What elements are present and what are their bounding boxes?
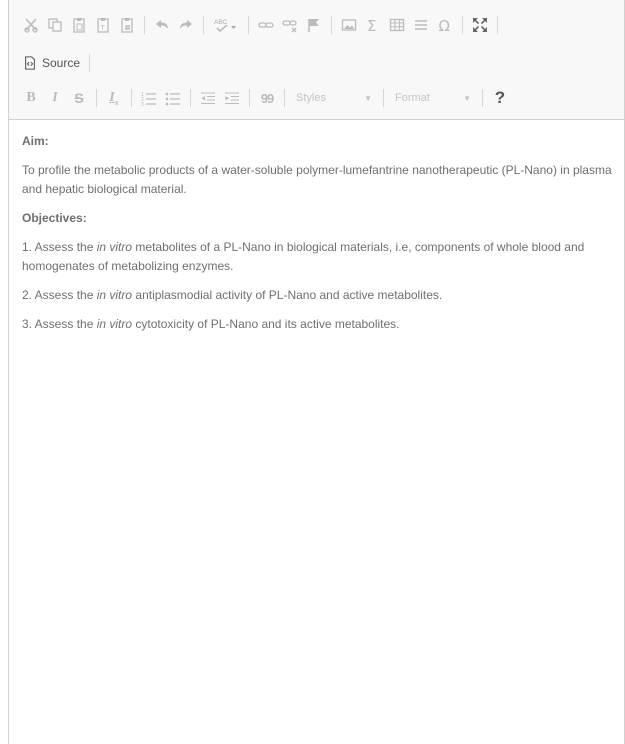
image-icon — [341, 19, 357, 31]
paste-word-button[interactable] — [115, 13, 139, 37]
bold-button[interactable]: B — [19, 86, 43, 110]
source-label: Source — [42, 56, 81, 70]
remove-format-icon: Ix — [109, 89, 119, 107]
toolbar-separator — [190, 89, 191, 107]
editor-content[interactable]: Aim: To profile the metabolic products o… — [22, 132, 614, 344]
toolbar-row-2: Source — [19, 50, 95, 76]
link-icon — [258, 22, 274, 28]
indent-icon — [225, 92, 239, 105]
toolbar-separator — [249, 89, 250, 107]
editor-toolbar: T ABC Σ Ω Source B I S Ix 1 2 3 99 Style… — [9, 0, 624, 120]
unlink-icon — [282, 20, 297, 33]
copy-icon — [48, 18, 62, 32]
svg-text:T: T — [101, 25, 106, 32]
help-button[interactable]: ? — [488, 86, 512, 110]
strike-button[interactable]: S — [67, 86, 91, 110]
styles-dropdown-label: Styles — [296, 92, 326, 104]
toolbar-separator — [482, 89, 483, 107]
bulleted-list-button[interactable] — [161, 86, 185, 110]
italic-icon: I — [52, 90, 58, 105]
help-icon: ? — [494, 88, 506, 107]
image-button[interactable] — [337, 13, 361, 37]
toolbar-separator — [462, 16, 463, 34]
format-dropdown-label: Format — [395, 92, 430, 104]
format-dropdown[interactable]: Format ▼ — [389, 87, 477, 109]
maximize-icon — [473, 18, 487, 32]
cut-button[interactable] — [19, 13, 43, 37]
chevron-down-icon: ▼ — [364, 93, 372, 103]
svg-text:Σ: Σ — [367, 17, 376, 33]
paste-text-button[interactable]: T — [91, 13, 115, 37]
blockquote-button[interactable]: 99 — [255, 86, 279, 110]
rich-text-editor: T ABC Σ Ω Source B I S Ix 1 2 3 99 Style… — [8, 0, 625, 744]
toolbar-separator — [131, 89, 132, 107]
outdent-icon — [201, 92, 215, 105]
link-button[interactable] — [254, 13, 278, 37]
undo-icon — [156, 20, 168, 29]
table-icon — [389, 18, 405, 32]
cut-icon — [24, 18, 38, 33]
source-button[interactable]: Source — [19, 51, 84, 75]
math-icon: Σ — [367, 17, 376, 33]
toolbar-separator — [383, 89, 384, 107]
styles-dropdown[interactable]: Styles ▼ — [290, 87, 378, 109]
toolbar-separator — [203, 16, 204, 34]
numbered-list-icon: 123 — [141, 92, 156, 106]
strike-icon: S — [74, 90, 84, 106]
svg-text:ABC: ABC — [214, 19, 228, 26]
toolbar-separator — [497, 16, 498, 34]
italic-button[interactable]: I — [43, 86, 67, 110]
spellcheck-button[interactable]: ABC — [209, 13, 243, 37]
toolbar-separator — [89, 54, 91, 72]
unlink-button[interactable] — [278, 13, 302, 37]
maximize-button[interactable] — [468, 13, 492, 37]
special-char-icon: Ω — [439, 17, 450, 33]
copy-button[interactable] — [43, 13, 67, 37]
paste-word-icon — [121, 18, 133, 33]
objectives-heading: Objectives: — [22, 211, 87, 225]
undo-button[interactable] — [150, 13, 174, 37]
math-button[interactable]: Σ — [361, 13, 385, 37]
svg-text:3: 3 — [141, 102, 144, 106]
paste-text-icon: T — [97, 18, 109, 33]
redo-icon — [180, 20, 192, 29]
bulleted-list-icon — [165, 92, 180, 106]
special-char-button[interactable]: Ω — [433, 13, 457, 37]
paste-icon — [73, 18, 85, 33]
blockquote-icon: 99 — [260, 90, 275, 106]
source-icon — [25, 56, 35, 70]
anchor-icon — [308, 19, 319, 32]
toolbar-separator — [96, 89, 97, 107]
svg-text:Ω: Ω — [439, 17, 450, 33]
toolbar-separator — [144, 16, 145, 34]
redo-button[interactable] — [174, 13, 198, 37]
objective-3: 3. Assess the in vitro cytotoxicity of P… — [22, 317, 400, 331]
objective-2: 2. Assess the in vitro antiplasmodial ac… — [22, 288, 443, 302]
anchor-button[interactable] — [302, 13, 326, 37]
toolbar-row-3: B I S Ix 123 99 Styles ▼ Format ▼ ? — [19, 85, 512, 111]
outdent-button[interactable] — [196, 86, 220, 110]
indent-button[interactable] — [220, 86, 244, 110]
objective-1: 1. Assess the in vitro metabolites of a … — [22, 240, 585, 273]
aim-text: To profile the metabolic products of a w… — [22, 163, 612, 196]
numbered-list-button[interactable]: 123 — [137, 86, 161, 110]
spellcheck-icon: ABC — [214, 19, 236, 33]
toolbar-separator — [331, 16, 332, 34]
table-button[interactable] — [385, 13, 409, 37]
horizontal-rule-button[interactable] — [409, 13, 433, 37]
remove-format-button[interactable]: Ix — [102, 86, 126, 110]
toolbar-separator — [284, 89, 285, 107]
aim-heading: Aim: — [22, 134, 49, 148]
bold-icon: B — [26, 90, 36, 105]
horizontal-rule-icon — [415, 20, 427, 30]
toolbar-row-1: T ABC Σ Ω — [19, 12, 503, 38]
chevron-down-icon: ▼ — [463, 93, 471, 103]
toolbar-separator — [248, 16, 249, 34]
paste-button[interactable] — [67, 13, 91, 37]
